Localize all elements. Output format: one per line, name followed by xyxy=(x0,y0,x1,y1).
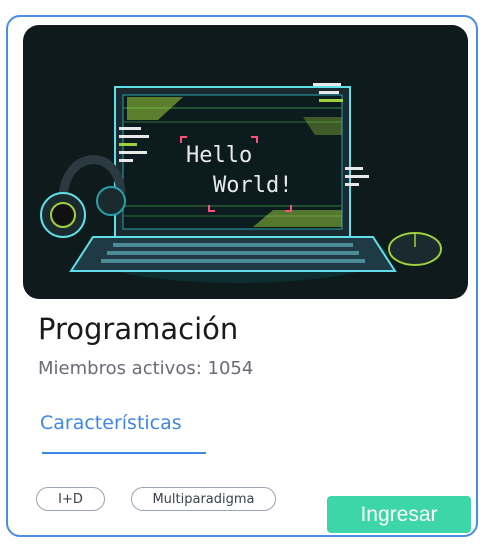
community-title: Programación xyxy=(38,312,239,346)
join-button[interactable]: Ingresar xyxy=(327,496,471,533)
programming-banner-image: Hello World! xyxy=(23,25,468,299)
features-tab-underline xyxy=(42,452,206,454)
active-members-count: Miembros activos: 1054 xyxy=(38,358,254,379)
screen-text-hello: Hello xyxy=(186,143,253,168)
screen-text-world: World! xyxy=(213,173,293,198)
tag-chip[interactable]: Multiparadigma xyxy=(131,487,276,511)
tag-chip[interactable]: I+D xyxy=(36,487,105,511)
features-tab[interactable]: Características xyxy=(40,412,182,434)
